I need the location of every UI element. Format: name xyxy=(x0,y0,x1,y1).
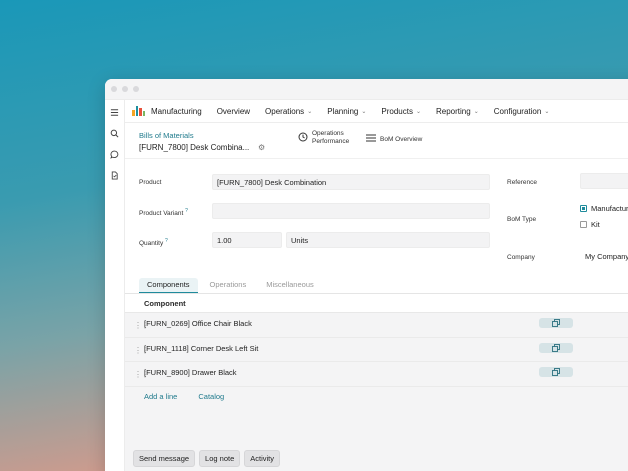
breadcrumb[interactable]: Bills of Materials xyxy=(139,131,194,140)
product-field[interactable]: [FURN_7800] Desk Combination xyxy=(212,174,490,190)
nav-operations[interactable]: Operations ⌄ xyxy=(265,107,312,116)
copy-icon[interactable] xyxy=(539,367,573,377)
bom-type-label: BoM Type xyxy=(507,216,537,223)
copy-icon[interactable] xyxy=(539,318,573,328)
activity-button[interactable]: Activity xyxy=(244,450,281,467)
nav-products[interactable]: Products ⌄ xyxy=(381,107,421,116)
tab-miscellaneous[interactable]: Miscellaneous xyxy=(258,278,322,293)
quantity-field[interactable]: 1.00 xyxy=(212,232,282,248)
tab-components[interactable]: Components xyxy=(139,278,198,293)
operations-performance-button[interactable]: Operations Performance xyxy=(298,130,349,146)
clock-icon xyxy=(298,132,308,145)
chevron-down-icon: ⌄ xyxy=(361,108,367,115)
bom-type-kit-label: Kit xyxy=(591,220,600,229)
company-field[interactable]: My Company xyxy=(580,248,628,264)
nav-reporting[interactable]: Reporting ⌄ xyxy=(436,107,479,116)
chatter-toolbar: Send message Log note Activity xyxy=(133,450,281,467)
window-titlebar xyxy=(105,79,628,100)
checkbox-unchecked[interactable] xyxy=(580,221,587,228)
chevron-down-icon: ⌄ xyxy=(473,108,479,115)
product-variant-field[interactable] xyxy=(212,203,490,219)
product-label: Product xyxy=(139,179,162,186)
nav-overview[interactable]: Overview xyxy=(217,107,250,116)
log-note-button[interactable]: Log note xyxy=(199,450,241,467)
control-panel: Bills of Materials [FURN_7800] Desk Comb… xyxy=(125,123,628,159)
reference-field[interactable] xyxy=(580,173,628,189)
component-name[interactable]: [FURN_8900] Drawer Black xyxy=(144,368,237,377)
chat-icon[interactable] xyxy=(110,150,119,159)
company-label: Company xyxy=(507,254,535,261)
component-name[interactable]: [FURN_0269] Office Chair Black xyxy=(144,319,252,328)
nav-planning[interactable]: Planning ⌄ xyxy=(327,107,366,116)
notebook-tabs: Components Operations Miscellaneous xyxy=(125,278,628,294)
operations-performance-line2: Performance xyxy=(312,138,350,145)
document-icon[interactable] xyxy=(110,171,119,180)
components-list: Component ⋮⋮ [FURN_0269] Office Chair Bl… xyxy=(125,294,628,471)
line-actions: Add a line Catalog xyxy=(144,392,224,401)
nav-app-name[interactable]: Manufacturing xyxy=(151,107,202,116)
window-close-dot[interactable] xyxy=(111,86,117,92)
chevron-down-icon: ⌄ xyxy=(544,108,550,115)
checkbox-checked[interactable] xyxy=(580,205,587,212)
copy-icon[interactable] xyxy=(539,342,573,353)
manufacturing-app-icon[interactable] xyxy=(132,106,145,116)
main-area: Manufacturing Overview Operations ⌄ Plann… xyxy=(125,100,628,471)
help-icon[interactable]: ? xyxy=(185,208,188,214)
table-row[interactable]: ⋮⋮ [FURN_8900] Drawer Black xyxy=(125,362,628,387)
reference-label: Reference xyxy=(507,179,537,186)
column-header-component[interactable]: Component xyxy=(125,294,628,313)
chevron-down-icon: ⌄ xyxy=(415,108,421,115)
catalog-link[interactable]: Catalog xyxy=(198,392,224,401)
bom-type-kit-radio[interactable]: Kit xyxy=(580,220,600,229)
add-line-link[interactable]: Add a line xyxy=(144,392,177,401)
product-variant-label: Product Variant ? xyxy=(139,208,188,218)
window-maximize-dot[interactable] xyxy=(133,86,139,92)
bom-overview-button[interactable]: BoM Overview xyxy=(366,134,422,145)
app-window: Manufacturing Overview Operations ⌄ Plann… xyxy=(105,79,628,471)
component-name[interactable]: [FURN_1118] Corner Desk Left Sit xyxy=(144,344,258,353)
table-row[interactable]: ⋮⋮ [FURN_1118] Corner Desk Left Sit xyxy=(125,338,628,362)
side-rail xyxy=(105,100,125,471)
uom-field[interactable]: Units xyxy=(286,232,490,248)
gear-icon[interactable]: ⚙ xyxy=(258,143,265,152)
list-icon xyxy=(366,134,376,145)
quantity-label: Quantity ? xyxy=(139,238,168,248)
send-message-button[interactable]: Send message xyxy=(133,450,196,467)
help-icon[interactable]: ? xyxy=(165,238,168,244)
menu-icon[interactable] xyxy=(110,108,119,117)
bom-overview-label: BoM Overview xyxy=(380,135,423,143)
table-row[interactable]: ⋮⋮ [FURN_0269] Office Chair Black xyxy=(125,313,628,338)
top-navbar: Manufacturing Overview Operations ⌄ Plann… xyxy=(125,100,628,123)
record-title: [FURN_7800] Desk Combina... xyxy=(139,143,250,152)
tab-operations[interactable]: Operations xyxy=(202,278,255,293)
bom-type-manufacture-label: Manufacture xyxy=(591,204,628,213)
search-icon[interactable] xyxy=(110,129,119,138)
window-minimize-dot[interactable] xyxy=(122,86,128,92)
bom-type-manufacture-radio[interactable]: Manufacture xyxy=(580,204,628,213)
chevron-down-icon: ⌄ xyxy=(307,108,313,115)
bom-form: Product [FURN_7800] Desk Combination Pro… xyxy=(125,159,628,278)
nav-configuration[interactable]: Configuration ⌄ xyxy=(494,107,550,116)
operations-performance-line1: Operations xyxy=(312,130,344,137)
